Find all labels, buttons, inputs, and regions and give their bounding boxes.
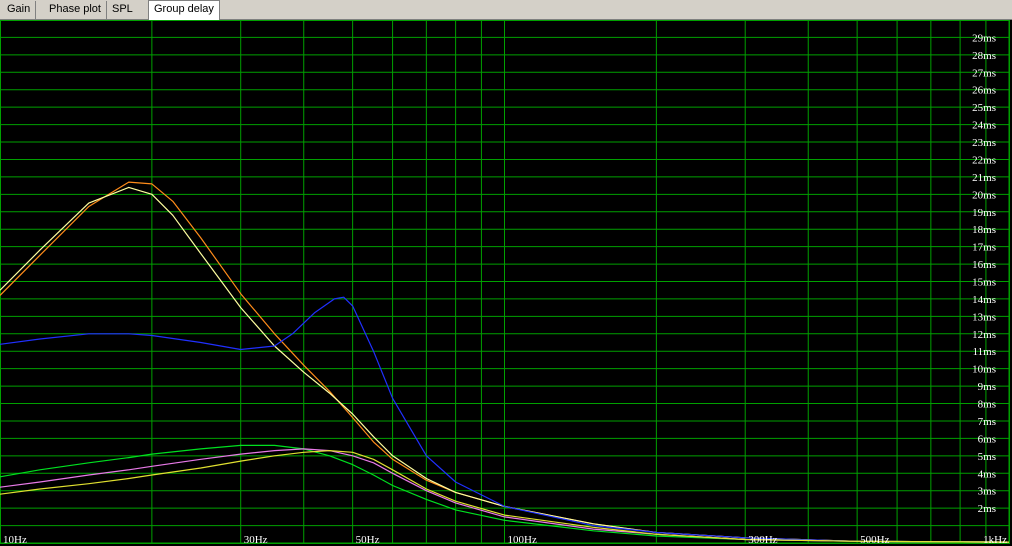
y-tick-label: 3ms bbox=[978, 486, 996, 498]
y-tick-label: 23ms bbox=[972, 137, 996, 149]
y-tick-label: 13ms bbox=[972, 311, 996, 323]
y-tick-label: 25ms bbox=[972, 102, 996, 114]
y-tick-label: 2ms bbox=[978, 503, 996, 515]
x-tick-label: 1kHz bbox=[983, 534, 1007, 546]
y-tick-label: 19ms bbox=[972, 207, 996, 219]
y-tick-label: 10ms bbox=[972, 364, 996, 376]
y-tick-label: 26ms bbox=[972, 85, 996, 97]
y-tick-label: 12ms bbox=[972, 329, 996, 341]
y-tick-label: 24ms bbox=[972, 120, 996, 132]
y-tick-label: 22ms bbox=[972, 154, 996, 166]
y-tick-label: 17ms bbox=[972, 242, 996, 254]
y-tick-label: 28ms bbox=[972, 50, 996, 62]
y-tick-label: 9ms bbox=[978, 381, 996, 393]
y-tick-label: 27ms bbox=[972, 67, 996, 79]
y-tick-label: 21ms bbox=[972, 172, 996, 184]
y-tick-label: 29ms bbox=[972, 32, 996, 44]
x-tick-label: 500Hz bbox=[860, 534, 889, 546]
x-tick-label: 300Hz bbox=[748, 534, 777, 546]
y-tick-label: 15ms bbox=[972, 277, 996, 289]
y-tick-label: 16ms bbox=[972, 259, 996, 271]
y-tick-label: 18ms bbox=[972, 224, 996, 236]
y-tick-label: 8ms bbox=[978, 399, 996, 411]
y-tick-label: 6ms bbox=[978, 433, 996, 445]
x-tick-label: 100Hz bbox=[508, 534, 537, 546]
x-tick-label: 50Hz bbox=[356, 534, 380, 546]
tab-bar: Gain Phase plot SPL Group delay bbox=[0, 0, 1012, 20]
x-tick-label: 30Hz bbox=[244, 534, 268, 546]
y-tick-label: 7ms bbox=[978, 416, 996, 428]
chart-grid bbox=[0, 20, 1010, 544]
y-tick-label: 5ms bbox=[978, 451, 996, 463]
tab-group-delay[interactable]: Group delay bbox=[148, 0, 220, 20]
group-delay-chart: 2ms 3ms 4ms 5ms 6ms 7ms 8ms 9ms 10ms 11ms 12ms 13ms… bbox=[0, 20, 1010, 546]
y-tick-label: 20ms bbox=[972, 189, 996, 201]
y-tick-label: 4ms bbox=[978, 468, 996, 480]
tab-phase-plot[interactable]: Phase plot bbox=[44, 1, 107, 19]
tab-spl[interactable]: SPL bbox=[107, 1, 138, 19]
tab-gain[interactable]: Gain bbox=[2, 1, 37, 19]
x-tick-label: 10Hz bbox=[3, 534, 27, 546]
y-tick-label: 14ms bbox=[972, 294, 996, 306]
x-axis-labels: 10Hz 30Hz 50Hz 100Hz 300Hz 500Hz 1kHz bbox=[3, 534, 1007, 546]
y-tick-label: 11ms bbox=[973, 346, 996, 358]
y-axis-labels: 2ms 3ms 4ms 5ms 6ms 7ms 8ms 9ms 10ms 11ms 12ms 13ms… bbox=[972, 32, 996, 515]
